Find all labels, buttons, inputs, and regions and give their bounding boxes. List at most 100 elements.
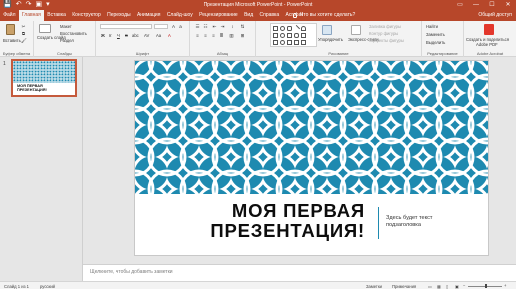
zoom-in-button[interactable]: + xyxy=(504,283,506,288)
slide-title[interactable]: МОЯ ПЕРВАЯ ПРЕЗЕНТАЦИЯ! xyxy=(210,201,365,241)
tab-8[interactable]: Вид xyxy=(241,10,256,21)
paste-icon[interactable] xyxy=(6,24,15,35)
maximize-button[interactable]: ☐ xyxy=(484,0,500,10)
drawing-group-label: Рисование xyxy=(328,51,349,56)
minimize-button[interactable]: — xyxy=(468,0,484,10)
slide-canvas[interactable]: МОЯ ПЕРВАЯ ПРЕЗЕНТАЦИЯ! Здесь будет текс… xyxy=(134,60,489,256)
new-slide-icon[interactable] xyxy=(39,24,51,33)
grow-font-icon[interactable]: A xyxy=(171,24,176,29)
smartart-icon[interactable]: ⊞ xyxy=(240,33,245,38)
find-button[interactable]: Найти xyxy=(426,24,438,29)
textbox-shape-icon[interactable] xyxy=(273,33,278,38)
font-color-button[interactable]: A xyxy=(168,33,171,38)
justify-icon[interactable]: ≣ xyxy=(219,33,224,38)
tab-3[interactable]: Конструктор xyxy=(69,10,104,21)
arrange-icon[interactable] xyxy=(322,25,332,35)
format-painter-icon[interactable]: 🖌 xyxy=(21,38,27,43)
italic-button[interactable]: К xyxy=(109,33,111,38)
arc-shape-icon[interactable] xyxy=(301,26,306,31)
pdf-icon[interactable] xyxy=(484,24,494,35)
align-center-icon[interactable]: ≡ xyxy=(203,33,208,38)
section-button[interactable]: Раздел xyxy=(60,38,74,43)
tab-0[interactable]: Файл xyxy=(0,10,19,21)
font-size-combo[interactable] xyxy=(154,24,168,29)
shrink-font-icon[interactable]: a xyxy=(178,24,183,29)
tab-7[interactable]: Рецензирование xyxy=(196,10,241,21)
paste-button[interactable]: Вставить xyxy=(3,38,21,43)
square-shape-icon[interactable] xyxy=(287,33,292,38)
align-right-icon[interactable]: ≡ xyxy=(211,33,216,38)
tab-4[interactable]: Переходы xyxy=(104,10,134,21)
rectangle-shape-icon[interactable] xyxy=(273,26,278,31)
slide-subtitle-line2: подзаголовка xyxy=(386,222,421,228)
arrange-button[interactable]: Упорядочить xyxy=(318,37,343,42)
tab-2[interactable]: Вставка xyxy=(44,10,69,21)
oval-shape-icon[interactable] xyxy=(280,26,285,31)
numbering-icon[interactable]: ☷ xyxy=(203,24,208,29)
reset-button[interactable]: Восстановить xyxy=(60,31,87,36)
slide-title-line2: ПРЕЗЕНТАЦИЯ! xyxy=(210,220,365,241)
more-shapes-icon[interactable] xyxy=(301,40,306,45)
bullets-icon[interactable]: ☰ xyxy=(195,24,200,29)
blob-shape-icon[interactable] xyxy=(294,33,299,38)
character-spacing-button[interactable]: AV xyxy=(144,33,149,38)
tab-6[interactable]: Слайд-шоу xyxy=(164,10,196,21)
arrow-shape-icon[interactable] xyxy=(273,40,278,45)
line-shape-icon[interactable] xyxy=(292,24,301,33)
paragraph-group-label: Абзац xyxy=(216,51,229,56)
replace-button[interactable]: Заменить xyxy=(426,32,445,37)
select-button[interactable]: Выделить xyxy=(426,40,445,45)
title-divider-line xyxy=(378,207,379,239)
share-button[interactable]: Общий доступ xyxy=(478,10,512,21)
normal-view-icon[interactable]: ▭ xyxy=(428,284,432,289)
align-left-icon[interactable]: ≡ xyxy=(195,33,200,38)
columns-icon[interactable]: ▥ xyxy=(229,33,234,38)
font-name-combo[interactable] xyxy=(100,24,152,29)
slide-sorter-icon[interactable]: ▦ xyxy=(437,284,441,289)
copy-icon[interactable]: ⧉ xyxy=(21,31,26,36)
text-shadow-button[interactable]: abc xyxy=(132,33,139,38)
star-shape-icon[interactable] xyxy=(280,40,285,45)
tab-9[interactable]: Справка xyxy=(256,10,282,21)
shape-effects-button[interactable]: Эффекты фигуры xyxy=(369,38,404,43)
shape-fill-button[interactable]: Заливка фигуры xyxy=(369,24,401,29)
language-indicator[interactable]: русский xyxy=(40,284,55,289)
notes-pane[interactable]: Щелкните, чтобы добавить заметки xyxy=(83,264,516,281)
quick-styles-icon[interactable] xyxy=(351,25,361,35)
line-spacing-icon[interactable]: ↕ xyxy=(230,24,235,29)
comments-toggle-button[interactable]: Примечания xyxy=(392,284,416,289)
tab-1[interactable]: Главная xyxy=(18,10,45,21)
underline-button[interactable]: Ч xyxy=(117,33,120,38)
slide-thumbnail[interactable]: МОЯ ПЕРВАЯ ПРЕЗЕНТАЦИЯ! xyxy=(11,59,77,97)
cut-icon[interactable]: ✂ xyxy=(21,24,26,29)
zoom-out-button[interactable]: − xyxy=(463,283,465,288)
tab-5[interactable]: Анимация xyxy=(134,10,164,21)
layout-button[interactable]: Макет xyxy=(60,24,72,29)
callout-shape-icon[interactable] xyxy=(301,33,306,38)
strikethrough-button[interactable]: S xyxy=(125,33,128,38)
paragraph-group: ☰ ☷ ⇤ ⇥ ↕ ≡ ≡ ≡ ≣ ▥ ⇅ ⊞ Абзац xyxy=(190,21,256,57)
tell-me-search[interactable]: Что вы хотите сделать? xyxy=(293,10,355,21)
brace-shape-icon[interactable] xyxy=(294,40,299,45)
window-controls: ▭ — ☐ ✕ xyxy=(452,0,516,10)
close-button[interactable]: ✕ xyxy=(500,0,516,10)
notes-toggle-button[interactable]: Заметки xyxy=(366,284,382,289)
shape-outline-button[interactable]: Контур фигуры xyxy=(369,31,398,36)
decrease-indent-icon[interactable]: ⇤ xyxy=(212,24,217,29)
drawing-group: Упорядочить Экспресс-стили Заливка фигур… xyxy=(256,21,422,57)
zoom-slider-thumb[interactable] xyxy=(485,284,487,288)
text-direction-icon[interactable]: ⇅ xyxy=(240,24,245,29)
change-case-button[interactable]: Aa xyxy=(156,33,161,38)
increase-indent-icon[interactable]: ⇥ xyxy=(220,24,225,29)
bracket-shape-icon[interactable] xyxy=(287,40,292,45)
slideshow-view-icon[interactable]: ▣ xyxy=(455,284,459,289)
reading-view-icon[interactable]: ▯ xyxy=(446,284,448,289)
pane-splitter[interactable] xyxy=(82,57,83,281)
ribbon-tabs-bar: Файл Главная Вставка Конструктор Переходы Ани… xyxy=(0,10,516,21)
shapes-gallery[interactable] xyxy=(270,23,317,47)
rounded-rect-shape-icon[interactable] xyxy=(287,26,292,31)
bold-button[interactable]: Ж xyxy=(101,33,105,38)
circle-shape-icon[interactable] xyxy=(280,33,285,38)
ribbon-display-options-button[interactable]: ▭ xyxy=(452,0,468,10)
slide-subtitle[interactable]: Здесь будет текст подзаголовка xyxy=(386,215,433,229)
